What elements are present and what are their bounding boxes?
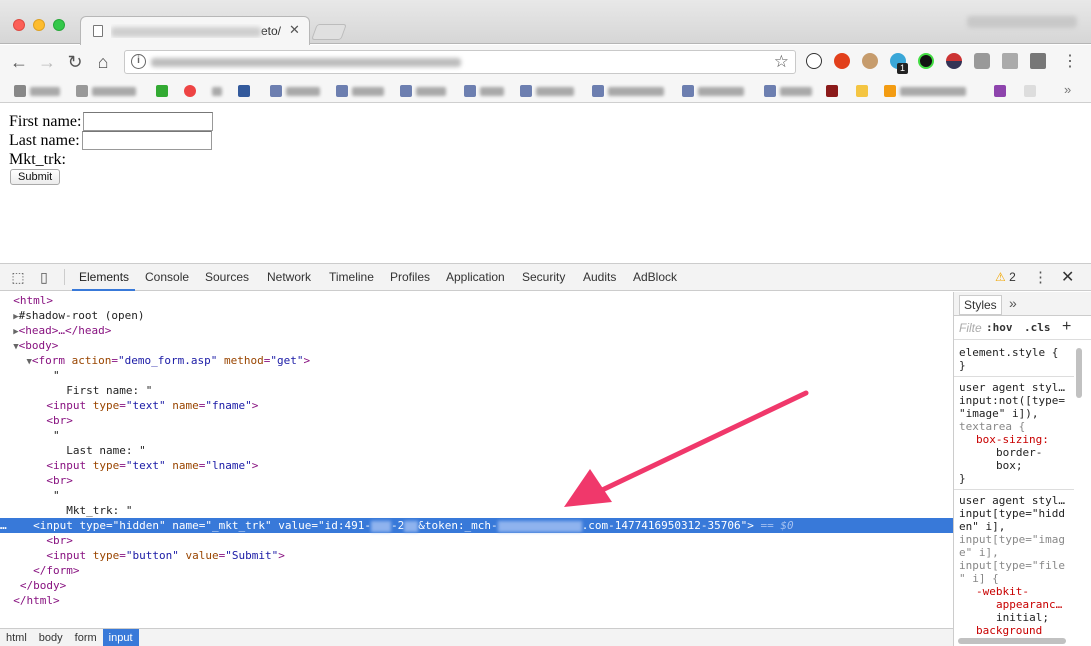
- annotation-arrow: [564, 390, 809, 507]
- arrow-shaft: [595, 390, 809, 495]
